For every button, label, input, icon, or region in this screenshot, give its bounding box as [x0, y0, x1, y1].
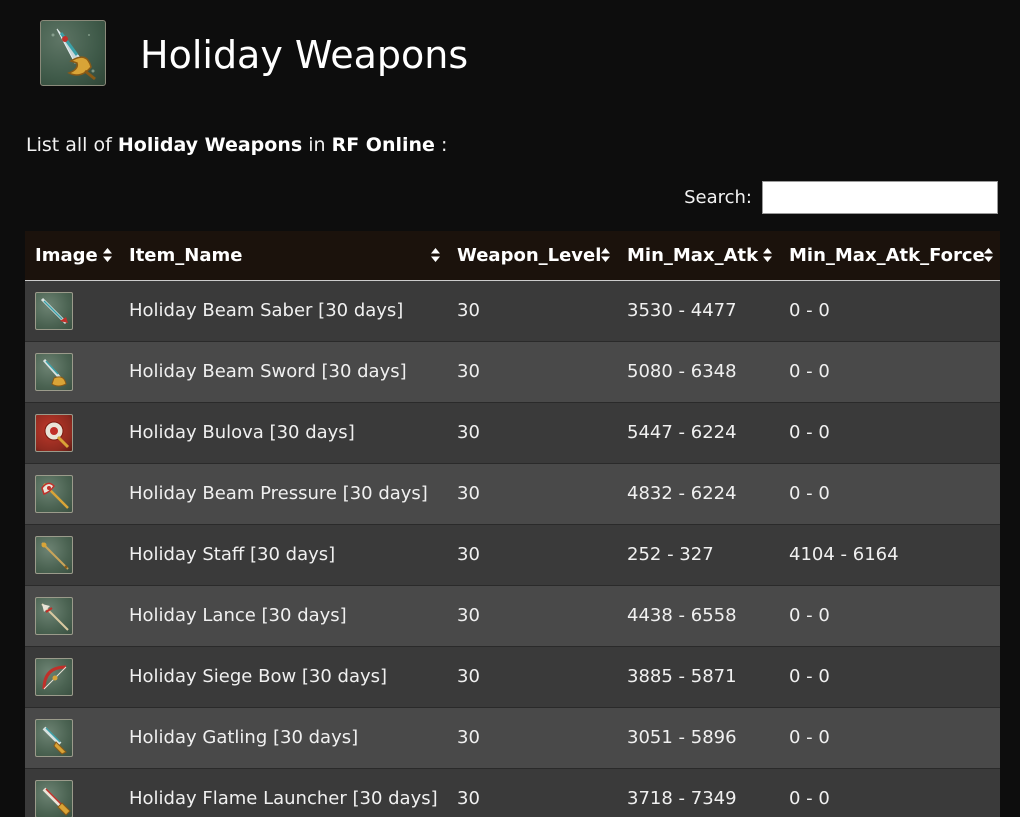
cell-item-name[interactable]: Holiday Siege Bow [30 days]	[119, 645, 447, 707]
cell-image	[25, 401, 119, 463]
cell-min-max-atk: 3051 - 5896	[617, 706, 779, 768]
sort-icon	[984, 248, 993, 263]
flame-launcher-icon[interactable]	[35, 779, 73, 817]
cell-min-max-atk: 252 - 327	[617, 523, 779, 585]
search-input[interactable]	[762, 181, 998, 214]
cell-image	[25, 584, 119, 646]
cell-min-max-atk-force: 0 - 0	[779, 584, 1000, 646]
bulova-icon[interactable]	[35, 413, 73, 452]
cell-min-max-atk-force: 0 - 0	[779, 645, 1000, 707]
search-box: Search:	[684, 181, 998, 214]
cell-min-max-atk: 3885 - 5871	[617, 645, 779, 707]
cell-image	[25, 340, 119, 402]
table-header-row: Image Item_Name Weapon_Level Min_Max_Atk…	[25, 231, 1000, 281]
beam-pressure-icon[interactable]	[35, 474, 73, 513]
cell-weapon-level: 30	[447, 279, 617, 341]
cell-min-max-atk: 5080 - 6348	[617, 340, 779, 402]
cell-min-max-atk-force: 0 - 0	[779, 279, 1000, 341]
cell-item-name[interactable]: Holiday Beam Saber [30 days]	[119, 279, 447, 341]
sort-icon	[601, 248, 610, 263]
column-label: Weapon_Level	[457, 244, 602, 266]
column-label: Min_Max_Atk_Force	[789, 244, 985, 266]
column-header-min-max-atk-force[interactable]: Min_Max_Atk_Force	[779, 231, 1000, 281]
beam-saber-icon[interactable]	[35, 291, 73, 330]
cell-min-max-atk: 4832 - 6224	[617, 462, 779, 524]
cell-weapon-level: 30	[447, 584, 617, 646]
table-row[interactable]: Holiday Beam Sword [30 days] 30 5080 - 6…	[25, 340, 1000, 402]
column-label: Min_Max_Atk	[627, 244, 759, 266]
cell-item-name[interactable]: Holiday Gatling [30 days]	[119, 706, 447, 768]
column-header-min-max-atk[interactable]: Min_Max_Atk	[617, 231, 779, 281]
cell-min-max-atk-force: 4104 - 6164	[779, 523, 1000, 585]
column-header-image[interactable]: Image	[25, 231, 119, 281]
cell-item-name[interactable]: Holiday Staff [30 days]	[119, 523, 447, 585]
cell-min-max-atk: 5447 - 6224	[617, 401, 779, 463]
page: Holiday Weapons List all of Holiday Weap…	[0, 0, 1020, 817]
cell-weapon-level: 30	[447, 401, 617, 463]
intro-middle: in	[308, 134, 326, 156]
gatling-icon[interactable]	[35, 718, 73, 757]
column-label: Image	[35, 244, 98, 266]
cell-min-max-atk: 3718 - 7349	[617, 767, 779, 817]
table-body: Holiday Beam Saber [30 days] 30 3530 - 4…	[25, 279, 1000, 817]
table-row[interactable]: Holiday Lance [30 days] 30 4438 - 6558 0…	[25, 584, 1000, 646]
cell-image	[25, 645, 119, 707]
cell-image	[25, 279, 119, 341]
lance-icon[interactable]	[35, 596, 73, 635]
cell-item-name[interactable]: Holiday Beam Sword [30 days]	[119, 340, 447, 402]
intro-game: RF Online	[331, 134, 435, 156]
siege-bow-icon[interactable]	[35, 657, 73, 696]
cell-weapon-level: 30	[447, 645, 617, 707]
cell-weapon-level: 30	[447, 706, 617, 768]
cell-min-max-atk-force: 0 - 0	[779, 706, 1000, 768]
table-row[interactable]: Holiday Siege Bow [30 days] 30 3885 - 58…	[25, 645, 1000, 707]
sort-icon	[763, 248, 772, 263]
beam-sword-icon[interactable]	[35, 352, 73, 391]
cell-min-max-atk-force: 0 - 0	[779, 462, 1000, 524]
search-label: Search:	[684, 187, 752, 208]
column-label: Item_Name	[129, 244, 243, 266]
cell-item-name[interactable]: Holiday Bulova [30 days]	[119, 401, 447, 463]
cell-min-max-atk: 4438 - 6558	[617, 584, 779, 646]
cell-image	[25, 767, 119, 817]
cell-image	[25, 706, 119, 768]
cell-weapon-level: 30	[447, 340, 617, 402]
weapons-table: Image Item_Name Weapon_Level Min_Max_Atk…	[25, 231, 1000, 817]
cell-min-max-atk: 3530 - 4477	[617, 279, 779, 341]
column-header-item-name[interactable]: Item_Name	[119, 231, 447, 281]
holiday-weapon-icon	[40, 20, 106, 86]
intro-category: Holiday Weapons	[117, 134, 303, 156]
cell-image	[25, 462, 119, 524]
cell-min-max-atk-force: 0 - 0	[779, 767, 1000, 817]
cell-item-name[interactable]: Holiday Lance [30 days]	[119, 584, 447, 646]
cell-item-name[interactable]: Holiday Beam Pressure [30 days]	[119, 462, 447, 524]
page-header	[40, 20, 106, 86]
sort-icon	[103, 248, 112, 263]
table-row[interactable]: Holiday Flame Launcher [30 days] 30 3718…	[25, 767, 1000, 817]
cell-min-max-atk-force: 0 - 0	[779, 401, 1000, 463]
cell-item-name[interactable]: Holiday Flame Launcher [30 days]	[119, 767, 447, 817]
cell-image	[25, 523, 119, 585]
sort-icon	[431, 248, 440, 263]
cell-weapon-level: 30	[447, 523, 617, 585]
table-row[interactable]: Holiday Bulova [30 days] 30 5447 - 6224 …	[25, 401, 1000, 463]
intro-text: List all of Holiday Weapons in RF Online…	[26, 131, 447, 159]
cell-min-max-atk-force: 0 - 0	[779, 340, 1000, 402]
table-row[interactable]: Holiday Gatling [30 days] 30 3051 - 5896…	[25, 706, 1000, 768]
column-header-weapon-level[interactable]: Weapon_Level	[447, 231, 617, 281]
cell-weapon-level: 30	[447, 767, 617, 817]
cell-weapon-level: 30	[447, 462, 617, 524]
intro-prefix: List all of	[26, 134, 112, 156]
table-row[interactable]: Holiday Beam Saber [30 days] 30 3530 - 4…	[25, 279, 1000, 341]
intro-suffix: :	[440, 134, 448, 156]
table-row[interactable]: Holiday Staff [30 days] 30 252 - 327 410…	[25, 523, 1000, 585]
table-row[interactable]: Holiday Beam Pressure [30 days] 30 4832 …	[25, 462, 1000, 524]
page-title: Holiday Weapons	[140, 33, 469, 77]
staff-icon[interactable]	[35, 535, 73, 574]
